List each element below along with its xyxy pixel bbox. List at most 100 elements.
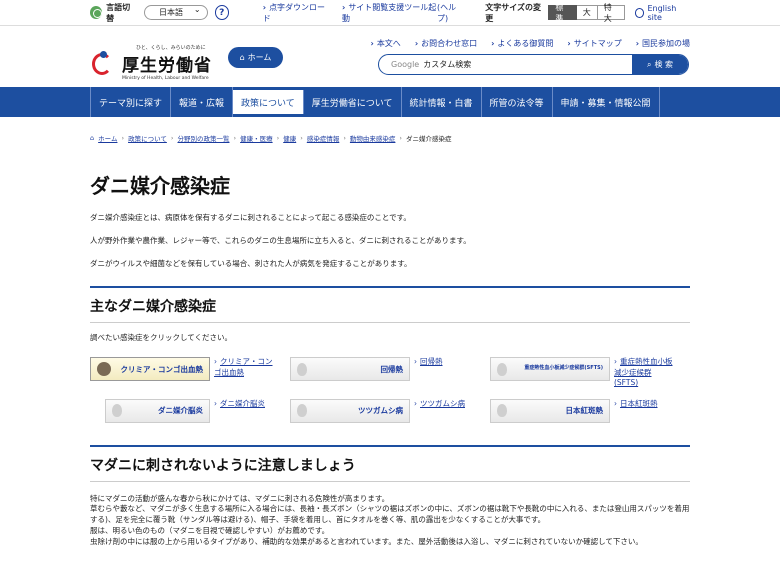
global-nav: テーマ別に探す 報道・広報 政策について 厚生労働省について 統計情報・白書 所… xyxy=(0,87,780,117)
breadcrumb-item[interactable]: 政策について xyxy=(128,133,167,143)
accessibility-tool-link[interactable]: サイト閲覧支援ツール起動 xyxy=(342,2,437,24)
prevention-line: 虫除け剤の中には服の上から用いるタイプがあり、補助的な効果があると言われています… xyxy=(90,537,643,546)
breadcrumb-item[interactable]: 健康・医療 xyxy=(240,133,273,143)
logo-name: 厚生労働省 xyxy=(122,56,212,76)
breadcrumb: ⌂ ホーム › 政策について › 分野別の政策一覧 › 健康・医療 › 健康 › 感染症情… xyxy=(90,133,452,143)
disease-link[interactable]: 日本紅斑熱 xyxy=(614,399,674,410)
search-icon: ⌕ xyxy=(646,59,652,69)
prevention-line: 特にマダニの活動が盛んな春から秋にかけては、マダニに刺される危険性が高まります。 xyxy=(90,493,390,503)
disease-link[interactable]: 回帰熱 xyxy=(414,357,474,368)
search-brand: Google xyxy=(391,60,420,69)
prevention-text: 特にマダニの活動が盛んな春から秋にかけては、マダニに刺される危険性が高まります。… xyxy=(90,494,690,548)
disease-item: ツツガムシ病 ツツガムシ病 xyxy=(290,398,490,423)
diseases-intro: 調べたい感染症をクリックしてください。 xyxy=(90,333,233,342)
prevention-line: 草むらや藪など、マダニが多く生息する場所に入る場合には、長袖・長ズボン（シャツの… xyxy=(90,504,690,525)
home-button-label: ホーム xyxy=(247,53,272,62)
public-participation-link[interactable]: 国民参加の場 xyxy=(636,38,690,49)
breadcrumb-item[interactable]: 分野別の政策一覧 xyxy=(177,133,229,143)
breadcrumb-item[interactable]: 感染症情報 xyxy=(307,133,340,143)
gnav-item-applications[interactable]: 申請・募集・情報公開 xyxy=(553,87,660,117)
tick-icon xyxy=(97,362,111,376)
disease-thumb[interactable]: 回帰熱 xyxy=(290,357,410,381)
disease-thumb[interactable]: 日本紅斑熱 xyxy=(490,398,610,423)
mhlw-logo-icon xyxy=(90,49,118,77)
search-input[interactable]: Google カスタム検索 xyxy=(379,55,632,74)
home-icon: ⌂ xyxy=(239,53,245,62)
disease-link[interactable]: 重症熱性血小板減少症候群 (SFTS) xyxy=(614,357,674,389)
header-links: 本文へ お問合わせ窓口 よくある御質問 サイトマップ 国民参加の場 xyxy=(371,38,690,49)
disease-thumb-label: 日本紅斑熱 xyxy=(565,406,604,415)
font-size-large-button[interactable]: 大 xyxy=(576,5,598,20)
disease-grid: クリミア・コンゴ出血熱 クリミア・コンゴ出血熱 回帰熱 回帰熱 重症熱性血小板減… xyxy=(90,357,690,423)
search-input-value: カスタム検索 xyxy=(423,60,472,69)
language-help-icon[interactable]: ? xyxy=(214,5,229,20)
disease-item: 回帰熱 回帰熱 xyxy=(290,357,490,389)
english-site-label: English site xyxy=(647,3,677,22)
prevention-line: 服は、明るい色のもの（マダニを目視で確認しやすい）がお薦めです。 xyxy=(90,526,330,536)
disease-item: 重症熱性血小板減少症候群(SFTS) 重症熱性血小板減少症候群 (SFTS) xyxy=(490,357,690,389)
tick-icon xyxy=(297,362,307,376)
font-size-xlarge-button[interactable]: 特大 xyxy=(597,3,626,23)
contact-link[interactable]: お問合わせ窓口 xyxy=(415,38,477,49)
disease-thumb-label: 重症熱性血小板減少症候群(SFTS) xyxy=(524,365,603,372)
disease-thumb-label: ダニ媒介脳炎 xyxy=(158,406,203,415)
intro-paragraph: 人が野外作業や農作業、レジャー等で、これらのダニの生息場所に立ち入ると、ダニに刺… xyxy=(90,236,471,245)
search-button[interactable]: ⌕ 検 索 xyxy=(632,55,688,74)
disease-thumb[interactable]: ダニ媒介脳炎 xyxy=(105,398,210,423)
disease-link[interactable]: ツツガムシ病 xyxy=(414,399,474,410)
english-site-link[interactable]: English site xyxy=(635,4,690,22)
breadcrumb-current: ダニ媒介感染症 xyxy=(406,135,452,143)
disease-item: クリミア・コンゴ出血熱 クリミア・コンゴ出血熱 xyxy=(90,357,290,389)
site-search: Google カスタム検索 ⌕ 検 索 xyxy=(378,54,689,75)
language-label: 言語切替 xyxy=(106,2,131,23)
disease-item: 日本紅斑熱 日本紅斑熱 xyxy=(490,398,690,423)
tick-icon xyxy=(497,404,507,417)
tick-icon xyxy=(497,362,507,376)
utility-bar: 言語切替 日本語 ? 点字ダウンロード サイト閲覧支援ツール起動 (ヘルプ) 文… xyxy=(0,0,780,26)
tick-icon xyxy=(112,404,122,417)
language-icon xyxy=(90,6,103,19)
tick-icon xyxy=(297,404,307,417)
disease-thumb[interactable]: 重症熱性血小板減少症候群(SFTS) xyxy=(490,357,610,381)
sitemap-link[interactable]: サイトマップ xyxy=(567,38,622,49)
language-select[interactable]: 日本語 xyxy=(144,5,208,20)
search-button-label: 検 索 xyxy=(654,60,674,69)
page-title: ダニ媒介感染症 xyxy=(90,174,230,198)
disease-thumb[interactable]: ツツガムシ病 xyxy=(290,398,410,423)
gnav-item-themes[interactable]: テーマ別に探す xyxy=(90,87,172,117)
utility-links: 点字ダウンロード サイト閲覧支援ツール起動 xyxy=(263,2,437,24)
site-logo[interactable]: ひと、くらし、みらいのために 厚生労働省 Ministry of Health,… xyxy=(90,44,212,81)
main-content: ダニ媒介感染症 ダニ媒介感染症とは、病原体を保有するダニに刺されることによって起… xyxy=(90,150,690,548)
disease-link[interactable]: ダニ媒介脳炎 xyxy=(214,399,274,410)
breadcrumb-item[interactable]: ホーム xyxy=(98,133,117,143)
gnav-item-about[interactable]: 厚生労働省について xyxy=(304,87,402,117)
disease-item: ダニ媒介脳炎 ダニ媒介脳炎 xyxy=(90,398,290,423)
home-icon: ⌂ xyxy=(90,134,95,142)
disease-link[interactable]: クリミア・コンゴ出血熱 xyxy=(214,357,274,378)
gnav-item-statistics[interactable]: 統計情報・白書 xyxy=(402,87,482,117)
disease-thumb-label: 回帰熱 xyxy=(380,364,404,374)
logo-tagline: ひと、くらし、みらいのために xyxy=(136,45,206,51)
home-button[interactable]: ⌂ ホーム xyxy=(228,47,283,68)
gnav-item-laws[interactable]: 所管の法令等 xyxy=(482,87,553,117)
site-header: ひと、くらし、みらいのために 厚生労働省 Ministry of Health,… xyxy=(0,26,780,86)
font-size-label: 文字サイズの変更 xyxy=(485,2,541,23)
disease-thumb[interactable]: クリミア・コンゴ出血熱 xyxy=(90,357,210,381)
section-heading-diseases: 主なダニ媒介感染症 xyxy=(90,286,690,316)
gnav-item-press[interactable]: 報道・広報 xyxy=(171,87,234,117)
disease-thumb-label: ツツガムシ病 xyxy=(358,406,403,415)
disease-thumb-label: クリミア・コンゴ出血熱 xyxy=(120,364,204,374)
intro-paragraph: ダニ媒介感染症とは、病原体を保有するダニに刺されることによって起こる感染症のこと… xyxy=(90,213,411,222)
font-size-standard-button[interactable]: 標準 xyxy=(548,3,577,23)
globe-icon xyxy=(635,7,645,18)
accessibility-help-link[interactable]: (ヘルプ) xyxy=(437,2,465,24)
skip-to-content-link[interactable]: 本文へ xyxy=(371,38,401,49)
intro-paragraph: ダニがウイルスや細菌などを保有している場合、刺された人が病気を発症することがあり… xyxy=(90,259,412,268)
gnav-item-policy[interactable]: 政策について xyxy=(233,90,304,114)
section-heading-prevention: マダニに刺されないように注意しましょう xyxy=(90,444,690,475)
breadcrumb-item[interactable]: 動物由来感染症 xyxy=(350,133,396,143)
font-size-switcher: 文字サイズの変更 標準 大 特大 xyxy=(485,2,626,24)
braille-download-link[interactable]: 点字ダウンロード xyxy=(263,2,328,24)
breadcrumb-item[interactable]: 健康 xyxy=(283,133,296,143)
faq-link[interactable]: よくある御質問 xyxy=(491,38,553,49)
